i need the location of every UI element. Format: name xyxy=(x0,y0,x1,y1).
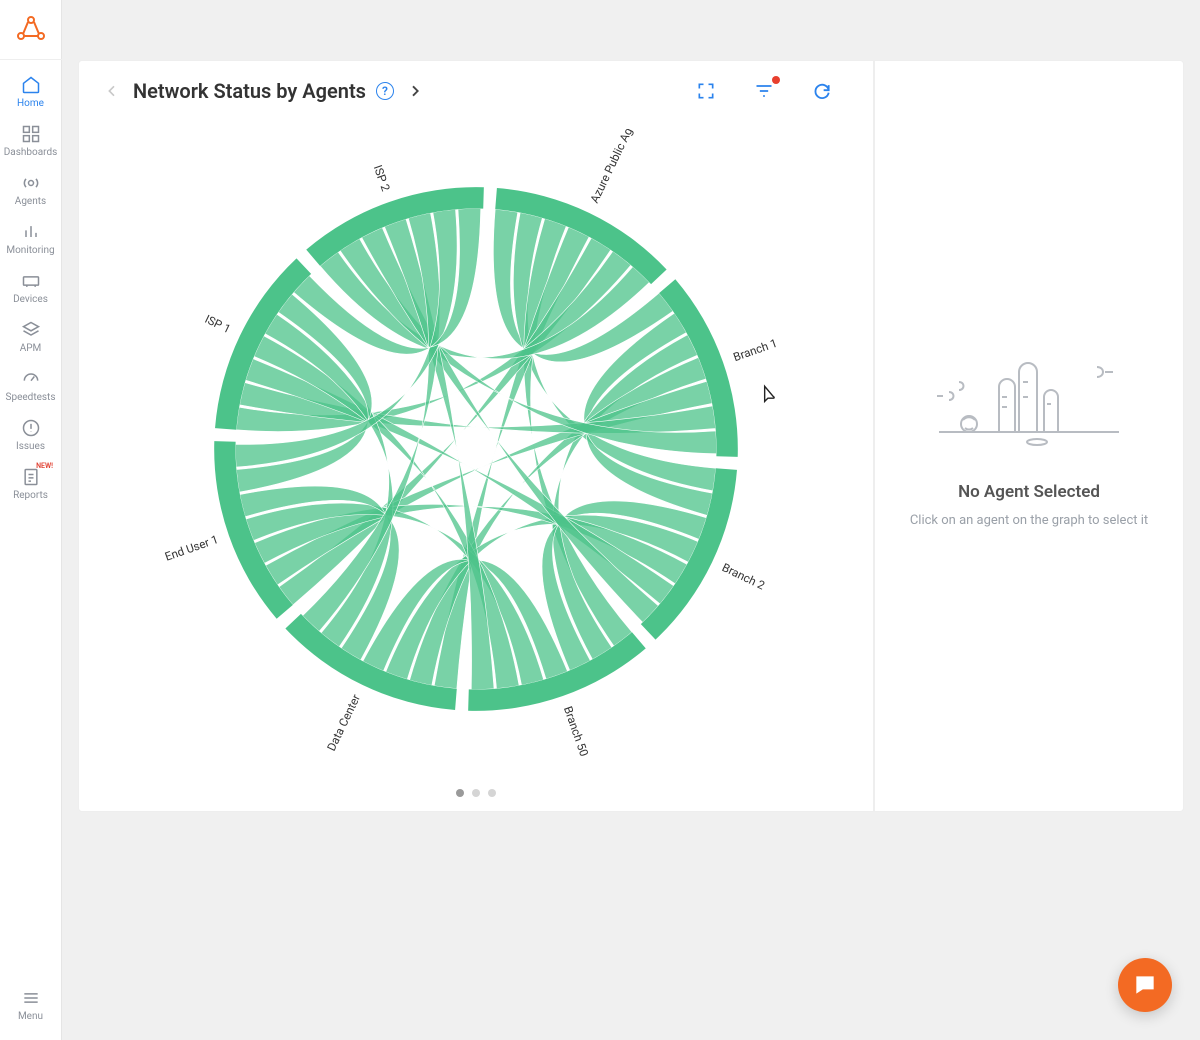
chord-label[interactable]: ISP 1 xyxy=(203,312,233,336)
home-icon xyxy=(20,74,42,96)
issues-icon xyxy=(20,417,42,439)
sidebar-item-dashboards[interactable]: Dashboards xyxy=(0,115,61,164)
sidebar-item-label: Home xyxy=(17,98,44,109)
monitoring-icon xyxy=(20,221,42,243)
sidebar-item-home[interactable]: Home xyxy=(0,66,61,115)
chord-label[interactable]: End User 1 xyxy=(163,532,220,564)
empty-title: No Agent Selected xyxy=(958,482,1100,502)
chord-label[interactable]: Data Center xyxy=(324,692,363,753)
chord-svg[interactable]: Azure Public Agent Branch 1 Branch 2 Branch… xyxy=(136,129,816,769)
sidebar-menu-button[interactable]: Menu xyxy=(0,976,61,1040)
card-header: Network Status by Agents ? xyxy=(79,61,873,109)
empty-subtitle: Click on an agent on the graph to select… xyxy=(910,512,1148,530)
network-status-card: Network Status by Agents ? xyxy=(78,60,874,812)
sidebar-item-issues[interactable]: Issues xyxy=(0,409,61,458)
refresh-button[interactable] xyxy=(811,80,833,102)
main-content: Network Status by Agents ? xyxy=(62,0,1200,1040)
prev-button[interactable] xyxy=(101,80,123,102)
chord-label[interactable]: Branch 1 xyxy=(731,336,779,364)
detail-panel: No Agent Selected Click on an agent on t… xyxy=(874,60,1184,812)
chat-launcher[interactable] xyxy=(1118,958,1172,1012)
chord-label[interactable]: Azure Public Agent xyxy=(587,129,642,205)
sidebar: Home Dashboards Agents Monitoring Device… xyxy=(0,0,62,1040)
pager-dot-1[interactable] xyxy=(472,789,480,797)
sidebar-item-label: Dashboards xyxy=(4,147,58,158)
chord-diagram[interactable]: Azure Public Agent Branch 1 Branch 2 Branch… xyxy=(79,109,873,789)
sidebar-nav: Home Dashboards Agents Monitoring Device… xyxy=(0,60,61,507)
speedtest-icon xyxy=(20,368,42,390)
chat-icon xyxy=(1132,972,1158,998)
pager xyxy=(79,789,873,811)
logo-icon xyxy=(15,14,47,46)
sidebar-item-monitoring[interactable]: Monitoring xyxy=(0,213,61,262)
devices-icon xyxy=(20,270,42,292)
sidebar-item-agents[interactable]: Agents xyxy=(0,164,61,213)
card-title: Network Status by Agents xyxy=(133,79,366,103)
sidebar-item-label: Speedtests xyxy=(6,392,56,403)
help-icon[interactable]: ? xyxy=(376,82,394,100)
sidebar-item-reports[interactable]: NEW! Reports xyxy=(0,458,61,507)
next-button[interactable] xyxy=(404,80,426,102)
dashboard-icon xyxy=(20,123,42,145)
chord-label[interactable]: Branch 50 xyxy=(561,704,591,758)
menu-icon xyxy=(21,988,41,1011)
sidebar-item-label: APM xyxy=(20,343,42,354)
expand-button[interactable] xyxy=(695,80,717,102)
chord-label[interactable]: Branch 2 xyxy=(720,560,768,593)
sidebar-item-speedtests[interactable]: Speedtests xyxy=(0,360,61,409)
empty-illustration xyxy=(929,342,1129,452)
menu-label: Menu xyxy=(18,1011,43,1022)
sidebar-item-apm[interactable]: APM xyxy=(0,311,61,360)
topbar xyxy=(62,0,1200,60)
new-badge: NEW! xyxy=(36,462,53,470)
card-actions xyxy=(695,80,851,102)
sidebar-item-label: Devices xyxy=(13,294,48,305)
sidebar-item-label: Agents xyxy=(15,196,46,207)
apm-icon xyxy=(20,319,42,341)
filter-active-dot xyxy=(772,76,780,84)
sidebar-item-label: Issues xyxy=(16,441,45,452)
pager-dot-2[interactable] xyxy=(488,789,496,797)
filter-button[interactable] xyxy=(753,80,775,102)
pager-dot-0[interactable] xyxy=(456,789,464,797)
sidebar-item-label: Reports xyxy=(13,490,48,501)
sidebar-item-label: Monitoring xyxy=(6,245,54,256)
chord-label[interactable]: ISP 2 xyxy=(371,163,393,193)
agents-icon xyxy=(20,172,42,194)
sidebar-item-devices[interactable]: Devices xyxy=(0,262,61,311)
brand-logo[interactable] xyxy=(0,0,62,60)
panel-wrap: Network Status by Agents ? xyxy=(78,60,1184,812)
